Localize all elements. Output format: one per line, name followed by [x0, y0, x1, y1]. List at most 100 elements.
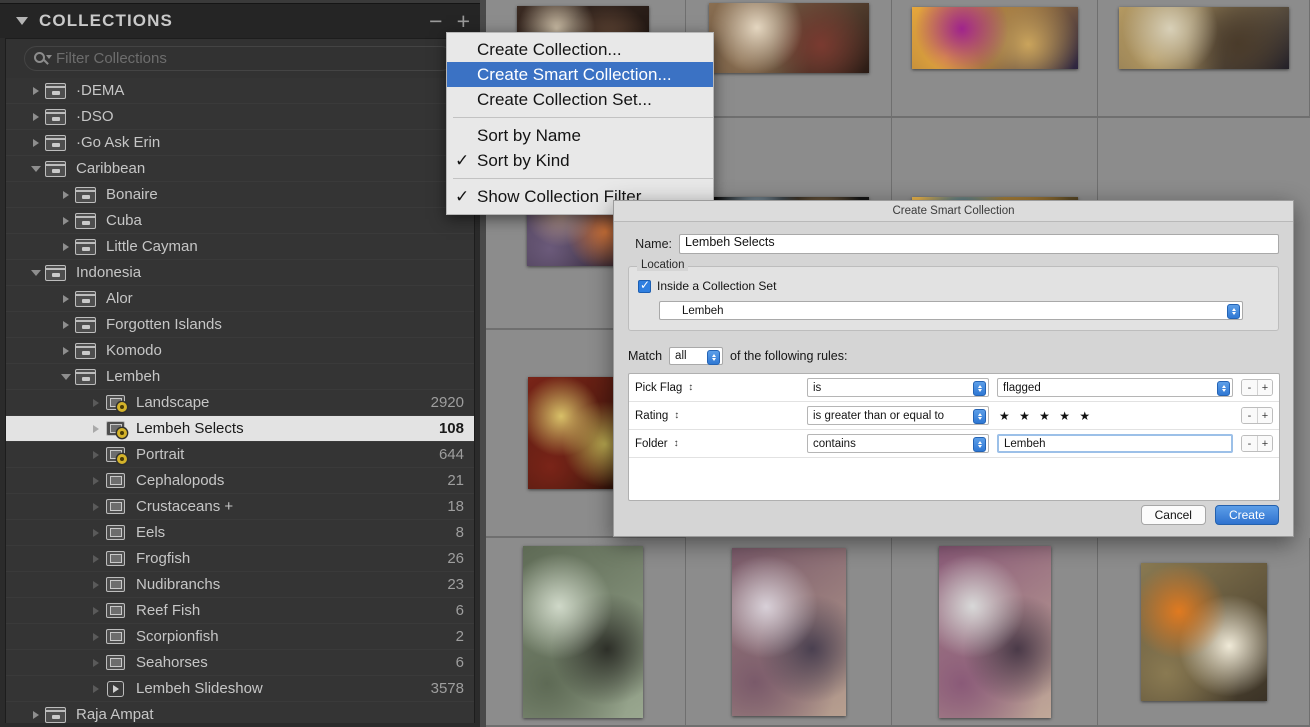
- grid-cell[interactable]: [1098, 538, 1310, 727]
- collection-tree-row[interactable]: Komodo: [6, 338, 474, 364]
- chevron-down-icon[interactable]: [28, 166, 44, 172]
- chevron-updown-icon[interactable]: [973, 409, 986, 424]
- add-rule-button[interactable]: +: [1257, 380, 1272, 395]
- chevron-right-icon[interactable]: [88, 425, 104, 433]
- chevron-right-icon[interactable]: [88, 555, 104, 563]
- rule-operator-select[interactable]: is: [807, 378, 989, 397]
- chevron-right-icon[interactable]: [58, 347, 74, 355]
- grid-cell[interactable]: [480, 538, 686, 727]
- menu-item[interactable]: Create Smart Collection...: [447, 62, 713, 87]
- photo-thumbnail[interactable]: [1119, 7, 1289, 69]
- collections-tree[interactable]: ·DEMA·DSO·Go Ask ErinCaribbeanBonaireCub…: [5, 78, 475, 723]
- collection-tree-row[interactable]: Bonaire: [6, 182, 474, 208]
- chevron-right-icon[interactable]: [58, 243, 74, 251]
- chevron-right-icon[interactable]: [28, 87, 44, 95]
- chevron-right-icon[interactable]: [58, 321, 74, 329]
- inside-collection-set-row[interactable]: Inside a Collection Set: [638, 279, 1269, 293]
- photo-thumbnail[interactable]: [1141, 563, 1267, 701]
- remove-rule-button[interactable]: -: [1242, 436, 1257, 451]
- rule-rating-stars[interactable]: ★ ★ ★ ★ ★: [997, 406, 1233, 425]
- collection-tree-row[interactable]: Lembeh Selects108: [6, 416, 474, 442]
- menu-item[interactable]: Create Collection Set...: [447, 87, 713, 112]
- chevron-updown-icon[interactable]: [1217, 381, 1230, 396]
- panel-disclosure-icon[interactable]: [16, 17, 28, 25]
- collection-tree-row[interactable]: Caribbean: [6, 156, 474, 182]
- menu-item[interactable]: ✓Sort by Kind: [447, 148, 713, 173]
- menu-item[interactable]: Create Collection...: [447, 37, 713, 62]
- chevron-updown-icon[interactable]: [1227, 304, 1240, 319]
- collection-set-select[interactable]: Lembeh: [659, 301, 1243, 320]
- collection-tree-row[interactable]: ·Go Ask Erin: [6, 130, 474, 156]
- create-button[interactable]: Create: [1215, 505, 1279, 525]
- chevron-right-icon[interactable]: [58, 295, 74, 303]
- collection-tree-row[interactable]: Eels8: [6, 520, 474, 546]
- collection-tree-row[interactable]: Cephalopods21: [6, 468, 474, 494]
- photo-thumbnail[interactable]: [523, 546, 643, 718]
- chevron-right-icon[interactable]: [88, 477, 104, 485]
- collection-tree-row[interactable]: Nudibranchs23: [6, 572, 474, 598]
- collection-tree-row[interactable]: Scorpionfish2: [6, 624, 474, 650]
- rule-operator-select[interactable]: contains: [807, 434, 989, 453]
- rule-value-select[interactable]: flagged: [997, 378, 1233, 397]
- chevron-right-icon[interactable]: [28, 113, 44, 121]
- rule-field-select[interactable]: Pick Flag↕: [635, 382, 807, 394]
- chevron-right-icon[interactable]: [58, 217, 74, 225]
- chevron-right-icon[interactable]: [88, 503, 104, 511]
- chevron-updown-icon[interactable]: [707, 350, 720, 365]
- add-rule-button[interactable]: +: [1257, 436, 1272, 451]
- remove-rule-button[interactable]: -: [1242, 408, 1257, 423]
- rule-field-select[interactable]: Rating↕: [635, 410, 807, 422]
- grid-cell[interactable]: [686, 0, 892, 118]
- grid-cell[interactable]: [892, 0, 1098, 118]
- collection-tree-row[interactable]: ·DSO: [6, 104, 474, 130]
- cancel-button[interactable]: Cancel: [1141, 505, 1206, 525]
- collection-tree-row[interactable]: Frogfish26: [6, 546, 474, 572]
- chevron-updown-icon[interactable]: [973, 381, 986, 396]
- chevron-right-icon[interactable]: [58, 191, 74, 199]
- chevron-right-icon[interactable]: [88, 633, 104, 641]
- rule-field-select[interactable]: Folder↕: [635, 438, 807, 450]
- collection-tree-row[interactable]: Seahorses6: [6, 650, 474, 676]
- collection-tree-row[interactable]: Landscape2920: [6, 390, 474, 416]
- collection-tree-row[interactable]: ·DEMA: [6, 78, 474, 104]
- chevron-right-icon[interactable]: [88, 607, 104, 615]
- inside-collection-set-checkbox[interactable]: [638, 280, 651, 293]
- rule-operator-select[interactable]: is greater than or equal to: [807, 406, 989, 425]
- collection-tree-row[interactable]: Crustaceans +18: [6, 494, 474, 520]
- photo-thumbnail[interactable]: [912, 7, 1078, 69]
- collection-tree-row[interactable]: Lembeh: [6, 364, 474, 390]
- chevron-right-icon[interactable]: [88, 659, 104, 667]
- collection-tree-row[interactable]: Raja Ampat: [6, 702, 474, 723]
- filter-collections-input[interactable]: Filter Collections: [24, 46, 454, 71]
- chevron-right-icon[interactable]: [28, 139, 44, 147]
- chevron-right-icon[interactable]: [88, 581, 104, 589]
- collection-tree-row[interactable]: Little Cayman: [6, 234, 474, 260]
- collapse-all-button[interactable]: −: [429, 10, 442, 33]
- collection-tree-row[interactable]: Lembeh Slideshow3578: [6, 676, 474, 702]
- name-field[interactable]: Lembeh Selects: [679, 234, 1279, 254]
- grid-cell[interactable]: [1098, 0, 1310, 118]
- collection-tree-row[interactable]: Indonesia: [6, 260, 474, 286]
- add-collection-menu[interactable]: Create Collection...Create Smart Collect…: [446, 32, 714, 215]
- collection-tree-row[interactable]: Forgotten Islands: [6, 312, 474, 338]
- rule-value-input[interactable]: Lembeh: [997, 434, 1233, 453]
- match-mode-select[interactable]: all: [669, 347, 723, 365]
- grid-cell[interactable]: [892, 538, 1098, 727]
- chevron-right-icon[interactable]: [88, 451, 104, 459]
- chevron-right-icon[interactable]: [88, 685, 104, 693]
- chevron-right-icon[interactable]: [88, 399, 104, 407]
- add-rule-button[interactable]: +: [1257, 408, 1272, 423]
- chevron-right-icon[interactable]: [28, 711, 44, 719]
- chevron-down-icon[interactable]: [58, 374, 74, 380]
- collection-tree-row[interactable]: Portrait644: [6, 442, 474, 468]
- add-collection-button[interactable]: +: [457, 10, 470, 33]
- collection-tree-row[interactable]: Reef Fish6: [6, 598, 474, 624]
- collection-tree-row[interactable]: Alor: [6, 286, 474, 312]
- grid-cell[interactable]: [686, 538, 892, 727]
- menu-item[interactable]: Sort by Name: [447, 123, 713, 148]
- chevron-updown-icon[interactable]: [973, 437, 986, 452]
- remove-rule-button[interactable]: -: [1242, 380, 1257, 395]
- photo-thumbnail[interactable]: [709, 3, 869, 73]
- collection-tree-row[interactable]: Cuba: [6, 208, 474, 234]
- chevron-right-icon[interactable]: [88, 529, 104, 537]
